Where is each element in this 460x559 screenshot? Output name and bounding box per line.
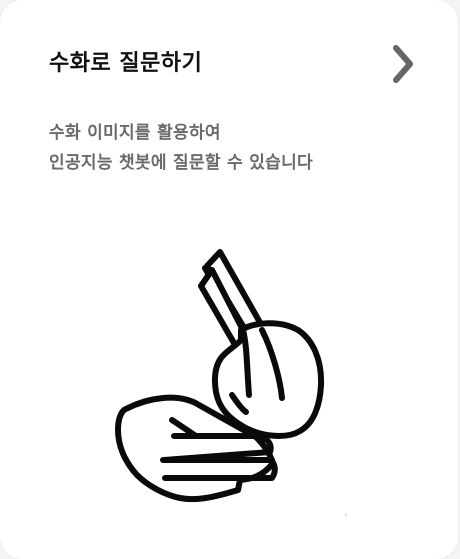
card-description: 수화 이미지를 활용하여 인공지능 챗봇에 질문할 수 있습니다 [49, 118, 313, 178]
sign-language-hands-icon [115, 249, 325, 503]
description-line-2: 인공지능 챗봇에 질문할 수 있습니다 [49, 153, 313, 173]
description-line-1: 수화 이미지를 활용하여 [49, 123, 221, 143]
card-title: 수화로 질문하기 [49, 51, 203, 76]
decorative-dot [345, 514, 347, 516]
chevron-right-icon[interactable] [384, 42, 424, 86]
sign-language-question-card[interactable]: 수화로 질문하기 수화 이미지를 활용하여 인공지능 챗봇에 질문할 수 있습니… [0, 0, 458, 559]
